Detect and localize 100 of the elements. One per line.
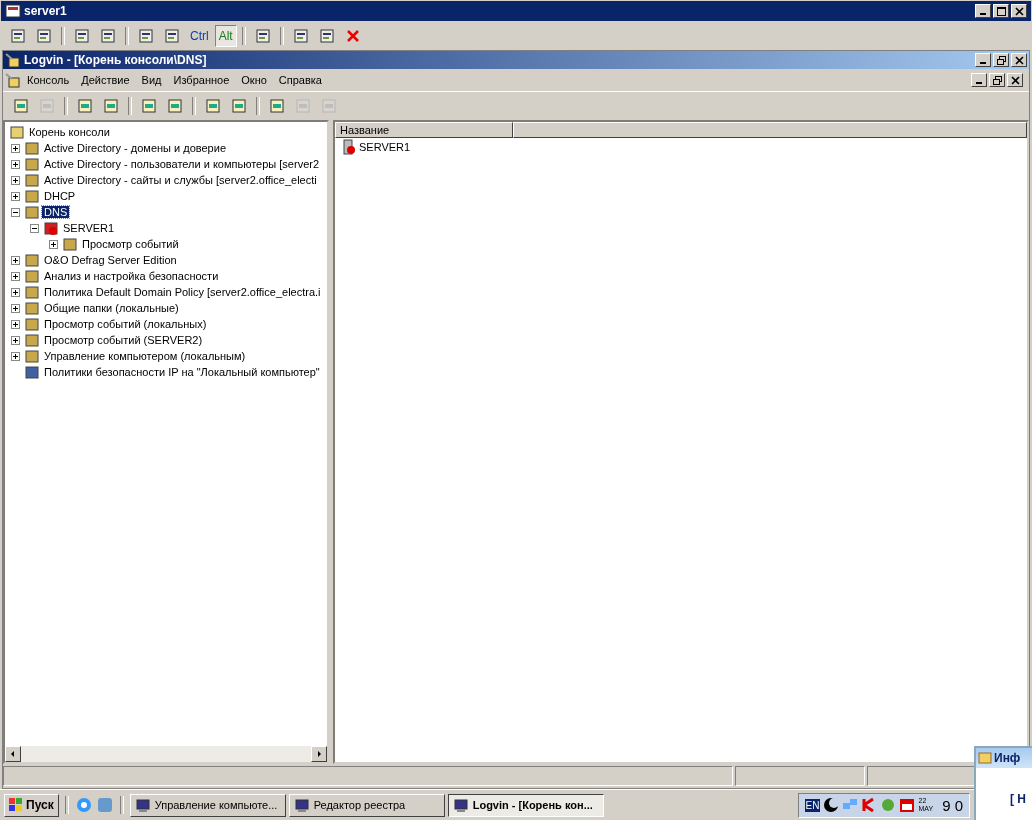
minimize-button[interactable] (971, 73, 987, 87)
toolbar-icon (10, 28, 26, 44)
taskbar-button[interactable]: Управление компьюте... (129, 793, 286, 817)
horizontal-scrollbar[interactable] (5, 746, 327, 762)
tree-item[interactable]: DNS (42, 206, 70, 218)
console-title: Logvin - [Корень консоли\DNS] (24, 53, 207, 67)
expand-toggle[interactable] (11, 303, 20, 313)
toolbar-icon (39, 98, 55, 114)
menu-item[interactable]: Вид (135, 74, 168, 86)
close-button[interactable] (1011, 4, 1027, 18)
expand-toggle[interactable] (30, 223, 39, 233)
minimize-icon (980, 13, 986, 15)
minimize-button[interactable] (975, 53, 991, 67)
tree-item[interactable]: Active Directory - сайты и службы [server2.office_electi (42, 174, 319, 186)
tree-item[interactable]: DHCP (42, 190, 78, 202)
toolbar-icon (103, 98, 119, 114)
expand-toggle[interactable] (11, 143, 20, 153)
tree-item[interactable]: Корень консоли (27, 126, 112, 138)
notification-popup[interactable]: Инф [ Н (974, 746, 1032, 820)
expand-toggle[interactable] (11, 319, 20, 329)
clock: 9 0 (942, 796, 963, 814)
tree-item[interactable]: Управление компьютером (локальным) (42, 350, 248, 362)
toolbar-icon (295, 98, 311, 114)
minimize-icon (980, 62, 986, 64)
tree-item[interactable]: Политика Default Domain Policy [server2.office_electra.i (42, 286, 323, 298)
key-toggle-button[interactable]: Alt (214, 25, 237, 47)
expand-toggle[interactable] (11, 207, 20, 217)
toolbar-icon (205, 98, 221, 114)
minimize-button[interactable] (975, 4, 991, 18)
tree-item[interactable]: O&O Defrag Server Edition (42, 254, 179, 266)
minimize-icon (976, 82, 982, 84)
menu-item[interactable]: Действие (75, 74, 136, 86)
expand-toggle[interactable] (11, 271, 20, 281)
close-button[interactable] (1011, 53, 1027, 67)
list-item[interactable]: SERVER1 (359, 141, 411, 153)
popup-text: [ Н (1010, 792, 1027, 806)
toolbar-icon (269, 98, 285, 114)
tree-item[interactable]: SERVER1 (61, 222, 117, 234)
computer-icon (134, 797, 151, 813)
moon-icon[interactable] (823, 797, 840, 813)
toolbar-icon (141, 98, 157, 114)
menu-item[interactable]: Консоль (21, 74, 76, 86)
tree-item[interactable]: Политики безопасности IP на "Локальный компьютер" (42, 366, 322, 378)
toolbar-icon (77, 98, 93, 114)
toolbar-icon (164, 28, 180, 44)
column-header[interactable]: Название (335, 122, 513, 138)
language-indicator[interactable]: EN (804, 798, 821, 812)
toolbar-icon (254, 28, 271, 44)
tree-item[interactable]: Active Directory - пользователи и компьютеры [server2 (42, 158, 322, 170)
toolbar-icon (167, 98, 183, 114)
toolbar-icon (321, 98, 337, 114)
app-icon (5, 3, 21, 19)
toolbar-icon (13, 98, 29, 114)
toolbar-icon (318, 28, 335, 44)
maximize-icon (996, 6, 1006, 16)
toolbar-icon (292, 28, 309, 44)
cross-icon (344, 28, 361, 44)
left-arrow-icon[interactable] (9, 750, 17, 758)
tree-item[interactable]: Просмотр событий (локальных) (42, 318, 209, 330)
expand-toggle[interactable] (11, 159, 20, 169)
close-button[interactable] (1007, 73, 1023, 87)
browser-icon[interactable] (74, 796, 93, 814)
expand-toggle[interactable] (11, 287, 20, 297)
expand-toggle[interactable] (11, 191, 20, 201)
menu-item[interactable]: Избранное (167, 74, 236, 86)
column-header[interactable] (513, 122, 1027, 138)
expand-toggle[interactable] (11, 335, 20, 345)
maximize-button[interactable] (993, 4, 1009, 18)
toolbar-icon (100, 28, 116, 44)
taskbar-button[interactable]: Logvin - [Корень кон... (447, 793, 604, 817)
key-toggle-button[interactable]: Ctrl (186, 25, 213, 47)
expand-toggle[interactable] (11, 175, 20, 185)
console-icon (5, 52, 21, 68)
restore-button[interactable] (993, 53, 1009, 67)
menu-item[interactable]: Справка (272, 74, 328, 86)
computer-icon (452, 797, 469, 813)
toolbar-icon (231, 98, 247, 114)
toolbar-icon (138, 28, 154, 44)
tree-item[interactable]: Active Directory - домены и доверие (42, 142, 228, 154)
toolbar-icon (74, 28, 90, 44)
toolbar-icon (36, 28, 52, 44)
restore-button[interactable] (989, 73, 1005, 87)
info-icon (978, 752, 992, 764)
tree-item[interactable]: Общие папки (локальные) (42, 302, 181, 314)
tree-item[interactable]: Просмотр событий (SERVER2) (42, 334, 205, 346)
flag-icon (9, 798, 23, 812)
popup-title: Инф (994, 751, 1021, 765)
taskbar-button[interactable]: Редактор реестра (288, 793, 445, 817)
menu-item[interactable]: Окно (235, 74, 273, 86)
console-icon (5, 72, 21, 88)
expand-toggle[interactable] (49, 239, 58, 249)
start-button[interactable]: Пуск (4, 793, 59, 817)
computer-icon (293, 797, 310, 813)
tree-item[interactable]: Анализ и настройка безопасности (42, 270, 221, 282)
tree-item[interactable]: Просмотр событий (80, 238, 181, 250)
expand-toggle[interactable] (11, 255, 20, 265)
window-title: server1 (24, 4, 67, 18)
expand-toggle[interactable] (11, 351, 20, 361)
calendar-icon[interactable] (899, 797, 916, 813)
right-arrow-icon[interactable] (315, 750, 323, 758)
